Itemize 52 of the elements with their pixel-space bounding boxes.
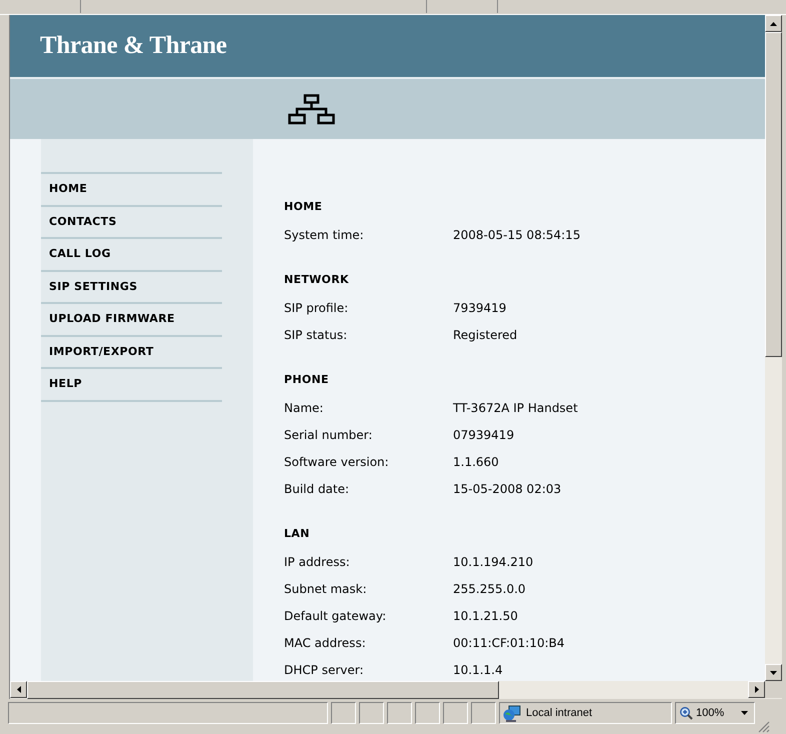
menu-link[interactable]: UPLOAD FIRMWARE (41, 304, 222, 336)
right-arrow-icon (754, 686, 758, 693)
section-heading: LAN (284, 526, 311, 542)
field-label: Serial number: (284, 427, 374, 444)
section-heading: PHONE (284, 372, 330, 388)
field-value: 10.1.194.210 (453, 554, 534, 571)
field-value: 15-05-2008 02:03 (453, 481, 562, 498)
field-value: 7939419 (453, 300, 506, 317)
field-value: 10.1.1.4 (453, 662, 503, 679)
scrollbar-corner (765, 681, 782, 698)
scroll-thumb[interactable] (27, 681, 499, 699)
field-label: SIP profile: (284, 300, 350, 317)
zoom-in-icon (680, 706, 693, 720)
field-label: Default gateway: (284, 608, 388, 625)
field-label: Name: (284, 400, 324, 417)
field-label: Software version: (284, 454, 390, 471)
field-value: 10.1.21.50 (453, 608, 518, 625)
vertical-scrollbar[interactable] (765, 15, 782, 681)
menu-link[interactable]: SIP SETTINGS (41, 272, 222, 304)
left-arrow-icon (16, 686, 20, 693)
field-label: Subnet mask: (284, 581, 368, 598)
horizontal-scrollbar[interactable] (10, 681, 782, 699)
field-label: System time: (284, 227, 365, 244)
field-value: TT-3672A IP Handset (453, 400, 578, 417)
menu-link[interactable]: CALL LOG (41, 239, 222, 272)
logo: Thrane & Thrane (40, 32, 227, 60)
zone-label: Local intranet (526, 707, 592, 719)
field-label: MAC address: (284, 635, 367, 652)
scroll-thumb[interactable] (765, 32, 782, 357)
field-label: Build date: (284, 481, 350, 498)
field-label: DHCP server: (284, 662, 365, 679)
field-value: 07939419 (453, 427, 514, 444)
zoom-control[interactable]: 100% (675, 702, 755, 724)
section-heading: NETWORK (284, 272, 350, 288)
field-label: SIP status: (284, 327, 348, 344)
network-icon (288, 94, 335, 124)
caret-icon (741, 711, 748, 715)
field-value: 255.255.0.0 (453, 581, 526, 598)
globe-icon (503, 704, 521, 722)
menu-link[interactable]: HELP (41, 369, 222, 402)
menu-link[interactable]: CONTACTS (41, 206, 222, 239)
up-arrow-icon (770, 22, 777, 26)
section-heading: HOME (284, 199, 324, 215)
field-value: Registered (453, 327, 518, 344)
menu-link[interactable]: HOME (41, 174, 222, 206)
down-arrow-icon (770, 670, 777, 674)
resize-grip-icon (758, 721, 770, 733)
field-value: 00:11:CF:01:10:B4 (453, 635, 565, 652)
field-value: 1.1.660 (453, 454, 499, 471)
field-label: IP address: (284, 554, 351, 571)
menu-link[interactable]: IMPORT/EXPORT (41, 336, 222, 369)
field-value: 2008-05-15 08:54:15 (453, 227, 580, 244)
